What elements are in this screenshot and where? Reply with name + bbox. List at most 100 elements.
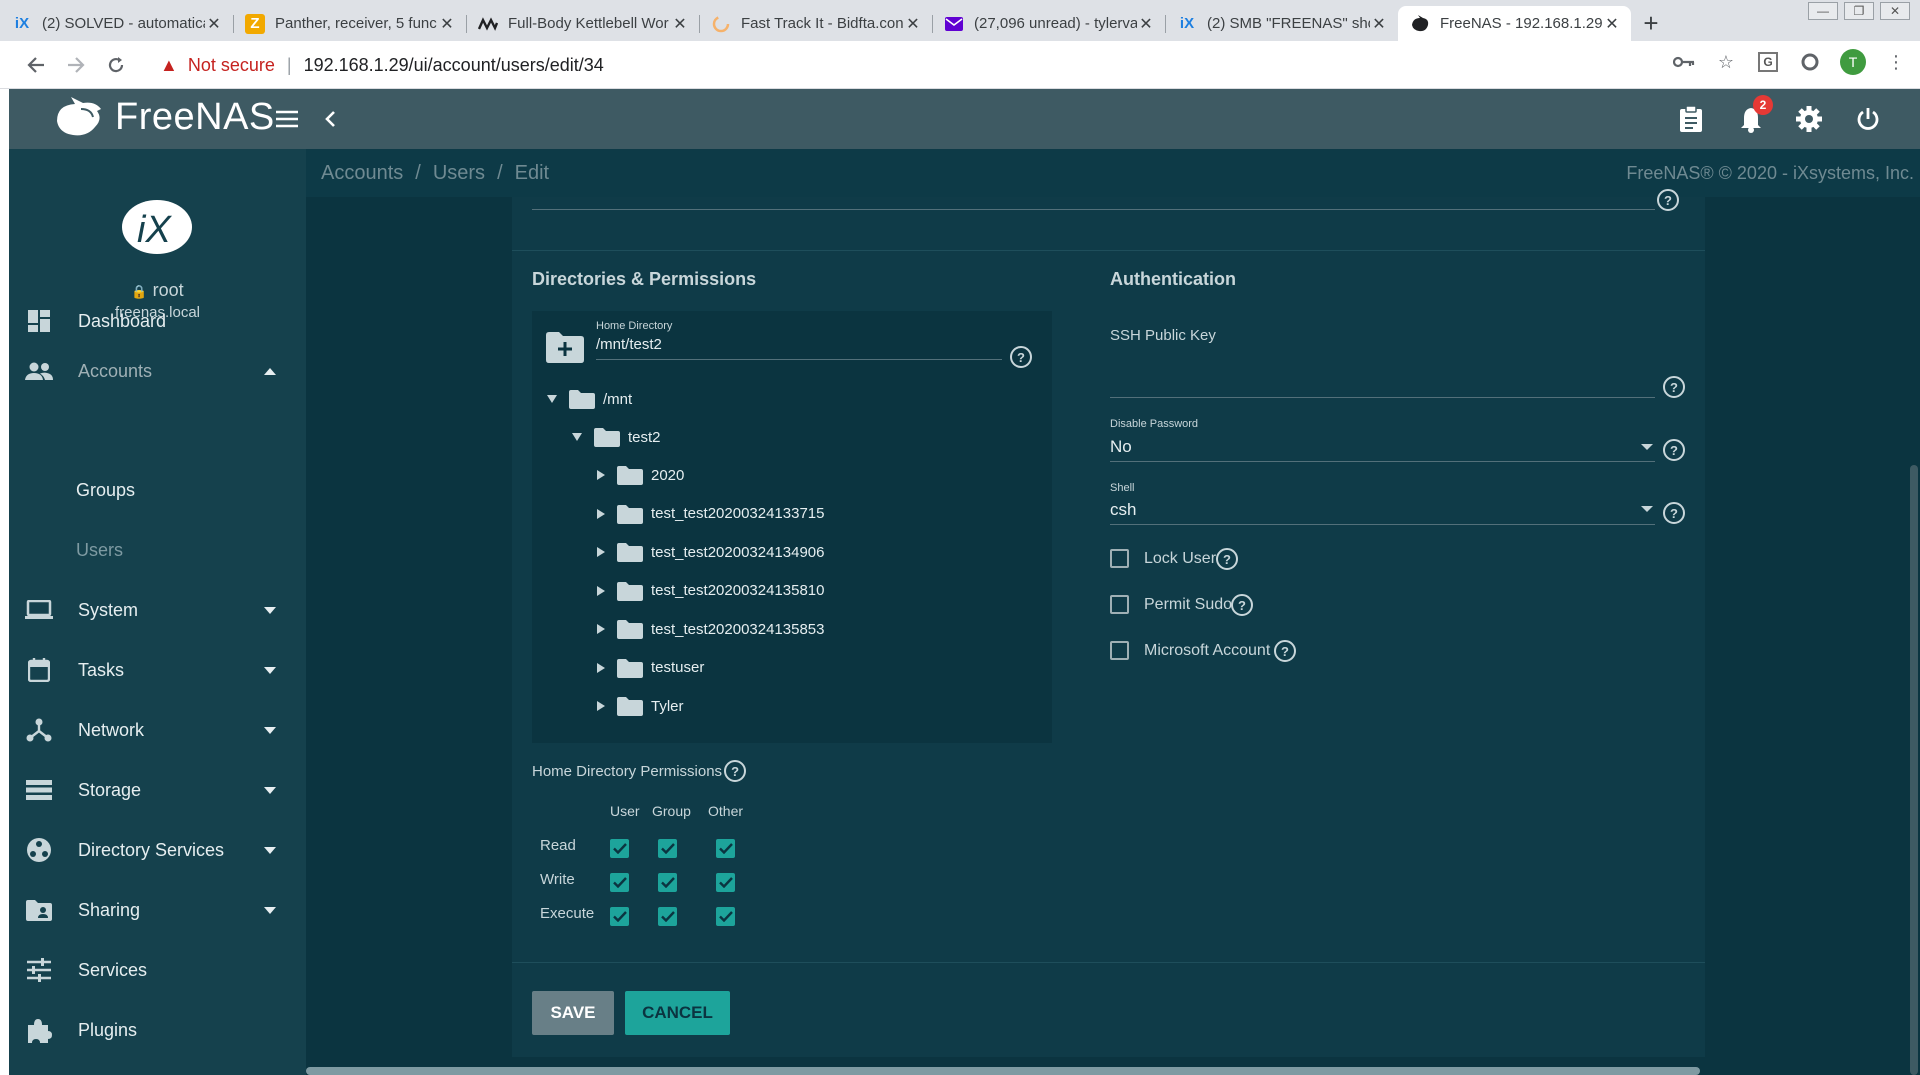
- browser-tab[interactable]: iX (2) SMB "FREENAS" sho ✕: [1165, 6, 1398, 41]
- sidebar-item-sharing[interactable]: Sharing: [9, 885, 306, 935]
- sidebar-item-plugins[interactable]: Plugins: [9, 1005, 306, 1055]
- chevron-down-icon[interactable]: [1641, 444, 1653, 450]
- close-icon[interactable]: ✕: [438, 14, 456, 34]
- notifications-bell-icon[interactable]: 2: [1735, 95, 1773, 135]
- tree-node-root[interactable]: /mnt: [547, 387, 632, 411]
- help-icon[interactable]: ?: [1663, 439, 1685, 461]
- browser-tab[interactable]: Full-Body Kettlebell Wor ✕: [466, 6, 699, 41]
- tree-node-folder[interactable]: test_test20200324135810: [597, 579, 825, 603]
- collapse-sidebar-icon[interactable]: [314, 103, 346, 135]
- tree-node-folder[interactable]: test_test20200324135853: [597, 617, 825, 641]
- cancel-button[interactable]: CANCEL: [625, 991, 730, 1035]
- perm-checkbox-read-user[interactable]: [610, 839, 629, 858]
- sidebar-item-label: Services: [78, 959, 148, 980]
- settings-gear-icon[interactable]: [1793, 103, 1825, 135]
- close-icon[interactable]: ✕: [1370, 14, 1388, 34]
- expand-arrow-icon[interactable]: [572, 433, 582, 441]
- sidebar-item-system[interactable]: System: [9, 585, 306, 635]
- sidebar-item-network[interactable]: Network: [9, 705, 306, 755]
- ssh-public-key-textarea[interactable]: [1110, 397, 1655, 398]
- hamburger-menu-icon[interactable]: [271, 103, 303, 135]
- folder-add-icon[interactable]: [546, 331, 584, 363]
- auxiliary-groups-field[interactable]: [532, 209, 1655, 210]
- close-icon[interactable]: ✕: [904, 14, 922, 34]
- close-icon[interactable]: ✕: [1603, 14, 1621, 34]
- back-button[interactable]: [16, 45, 56, 85]
- help-icon[interactable]: ?: [1663, 502, 1685, 524]
- power-icon[interactable]: [1852, 103, 1884, 135]
- security-label: Not secure: [187, 54, 275, 75]
- help-icon[interactable]: ?: [1274, 640, 1296, 662]
- perm-checkbox-write-other[interactable]: [716, 873, 735, 892]
- breadcrumb-accounts[interactable]: Accounts: [321, 162, 403, 185]
- chevron-down-icon[interactable]: [1641, 506, 1653, 512]
- tree-node-folder[interactable]: test_test20200324134906: [597, 540, 825, 564]
- help-icon[interactable]: ?: [1216, 548, 1238, 570]
- tree-node-folder[interactable]: 2020: [597, 463, 684, 487]
- expand-arrow-icon[interactable]: [597, 701, 605, 711]
- help-icon[interactable]: ?: [1663, 376, 1685, 398]
- horizontal-scrollbar[interactable]: [306, 1067, 1700, 1075]
- perm-checkbox-read-other[interactable]: [716, 839, 735, 858]
- forward-button[interactable]: [56, 45, 96, 85]
- sidebar-item-tasks[interactable]: Tasks: [9, 645, 306, 695]
- shell-select[interactable]: csh: [1110, 500, 1136, 520]
- extension-g-icon[interactable]: G: [1756, 50, 1780, 74]
- expand-arrow-icon[interactable]: [597, 662, 605, 673]
- close-icon[interactable]: ✕: [205, 14, 223, 34]
- home-directory-input[interactable]: /mnt/test2: [596, 336, 662, 353]
- sidebar-item-label: Sharing: [78, 899, 141, 920]
- help-icon[interactable]: ?: [1010, 346, 1032, 368]
- expand-arrow-icon[interactable]: [597, 470, 605, 480]
- help-icon[interactable]: ?: [724, 760, 747, 782]
- clipboard-icon[interactable]: [1675, 103, 1707, 135]
- help-icon[interactable]: ?: [1231, 594, 1253, 616]
- restore-button[interactable]: ❐: [1844, 2, 1874, 20]
- sidebar-item-services[interactable]: Services: [9, 945, 306, 995]
- browser-tab[interactable]: iX (2) SOLVED - automatica ✕: [0, 6, 233, 41]
- save-button[interactable]: SAVE: [532, 991, 614, 1035]
- vertical-scrollbar[interactable]: [1910, 465, 1918, 1075]
- browser-tab[interactable]: (27,096 unread) - tylerva ✕: [932, 6, 1165, 41]
- extension-circle-icon[interactable]: [1798, 50, 1822, 74]
- tree-node-folder[interactable]: testuser: [597, 656, 704, 680]
- sidebar-item-storage[interactable]: Storage: [9, 765, 306, 815]
- perm-checkbox-execute-other[interactable]: [716, 907, 735, 926]
- kebab-menu-icon[interactable]: ⋮: [1884, 50, 1908, 74]
- help-icon[interactable]: ?: [1657, 189, 1679, 211]
- sidebar-item-directory-services[interactable]: Directory Services: [9, 825, 306, 875]
- perm-checkbox-write-user[interactable]: [610, 873, 629, 892]
- expand-arrow-icon[interactable]: [597, 508, 605, 519]
- close-icon[interactable]: ✕: [671, 14, 689, 34]
- address-bar[interactable]: ▲ Not secure | 192.168.1.29/ui/account/u…: [145, 47, 1725, 83]
- close-icon[interactable]: ✕: [1137, 14, 1155, 34]
- perm-checkbox-write-group[interactable]: [658, 873, 677, 892]
- perm-checkbox-execute-group[interactable]: [658, 907, 677, 926]
- disable-password-select[interactable]: No: [1110, 437, 1132, 457]
- microsoft-account-checkbox[interactable]: [1110, 641, 1129, 660]
- expand-arrow-icon[interactable]: [597, 624, 605, 634]
- browser-tab-active[interactable]: FreeNAS - 192.168.1.29 ✕: [1398, 6, 1631, 41]
- profile-avatar[interactable]: T: [1840, 49, 1866, 75]
- star-icon[interactable]: ☆: [1714, 50, 1738, 74]
- expand-arrow-icon[interactable]: [547, 395, 557, 403]
- minimize-button[interactable]: —: [1808, 2, 1838, 20]
- permit-sudo-checkbox[interactable]: [1110, 595, 1129, 614]
- browser-tab[interactable]: Z Panther, receiver, 5 func ✕: [233, 6, 466, 41]
- reload-button[interactable]: [96, 45, 136, 85]
- breadcrumb-users[interactable]: Users: [433, 162, 485, 185]
- tree-node-folder[interactable]: Tyler: [597, 694, 684, 718]
- tree-node-test2[interactable]: test2: [572, 425, 661, 449]
- tree-node-folder[interactable]: test_test20200324133715: [597, 502, 825, 526]
- lock-user-checkbox[interactable]: [1110, 549, 1129, 568]
- browser-tab[interactable]: Fast Track It - Bidfta.con ✕: [699, 6, 932, 41]
- freenas-logo[interactable]: FreeNAS: [51, 95, 275, 139]
- perm-checkbox-read-group[interactable]: [658, 839, 677, 858]
- new-tab-button[interactable]: +: [1631, 6, 1671, 41]
- window-close-button[interactable]: ✕: [1880, 2, 1910, 20]
- perm-checkbox-execute-user[interactable]: [610, 907, 629, 926]
- expand-arrow-icon[interactable]: [597, 585, 605, 596]
- expand-arrow-icon[interactable]: [597, 547, 605, 557]
- tab-title: (2) SMB "FREENAS" sho: [1207, 15, 1370, 32]
- key-icon[interactable]: [1672, 50, 1696, 74]
